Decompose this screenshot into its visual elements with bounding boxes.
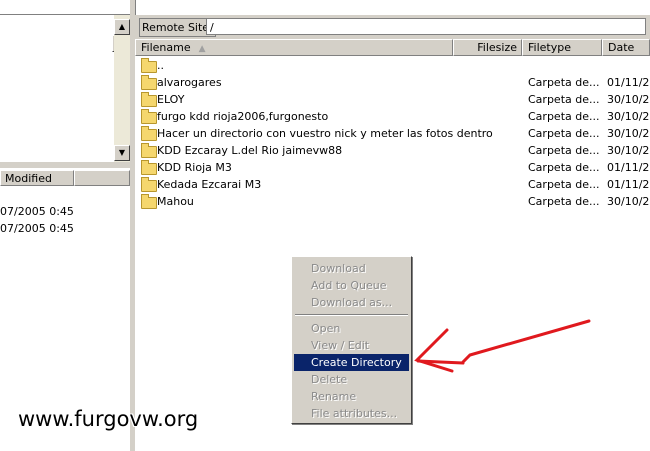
context-menu: Download Add to Queue Download as... Open Vi…: [291, 256, 412, 424]
menu-item-create-directory[interactable]: Create Directory: [294, 354, 409, 371]
file-name: furgo kdd rioja2006,furgonesto: [157, 110, 329, 123]
file-date: 01/11/20: [607, 76, 650, 89]
folder-icon: [141, 92, 157, 107]
file-type: Carpeta de...: [528, 110, 600, 123]
file-row[interactable]: KDD Rioja M3 Carpeta de... 01/11/20: [135, 159, 650, 176]
file-row[interactable]: KDD Ezcaray L.del Rio jaimevw88 Carpeta d…: [135, 142, 650, 159]
file-type: Carpeta de...: [528, 195, 600, 208]
local-directory-tree[interactable]: ▼ ▲ ▼: [0, 14, 130, 164]
file-row[interactable]: alvarogares Carpeta de... 01/11/20: [135, 74, 650, 91]
menu-separator: [295, 314, 408, 316]
menu-item-file-attributes[interactable]: File attributes...: [294, 405, 409, 422]
column-header-modified[interactable]: Modified: [0, 170, 74, 186]
file-name: KDD Rioja M3: [157, 161, 232, 174]
column-header-filetype[interactable]: Filetype: [522, 39, 602, 56]
menu-item-delete[interactable]: Delete: [294, 371, 409, 388]
folder-icon: [141, 177, 157, 192]
file-name: Kedada Ezcarai M3: [157, 178, 262, 191]
column-header-filesize[interactable]: Filesize: [453, 39, 522, 56]
file-type: Carpeta de...: [528, 127, 600, 140]
file-name: Mahou: [157, 195, 194, 208]
folder-icon: [141, 109, 157, 124]
column-header-blank[interactable]: [74, 170, 130, 186]
file-row[interactable]: Mahou Carpeta de... 30/10/20: [135, 193, 650, 210]
file-date: 30/10/20: [607, 195, 650, 208]
file-row[interactable]: Hacer un directorio con vuestro nick y m…: [135, 125, 650, 142]
file-name: Hacer un directorio con vuestro nick y m…: [157, 127, 493, 140]
file-row[interactable]: Kedada Ezcarai M3 Carpeta de... 01/11/20: [135, 176, 650, 193]
menu-item-download[interactable]: Download: [294, 260, 409, 277]
column-header-date[interactable]: Date: [602, 39, 650, 56]
local-tree-scrollbar[interactable]: ▲ ▼: [114, 15, 130, 163]
menu-item-add-to-queue[interactable]: Add to Queue: [294, 277, 409, 294]
file-list-header: Filename ▲ Filesize Filetype Date: [135, 39, 650, 56]
file-type: Carpeta de...: [528, 93, 600, 106]
file-row[interactable]: furgo kdd rioja2006,furgonesto Carpeta de…: [135, 108, 650, 125]
file-date: 30/10/20: [607, 110, 650, 123]
file-type: Carpeta de...: [528, 161, 600, 174]
menu-item-view-edit[interactable]: View / Edit: [294, 337, 409, 354]
file-date: 30/10/20: [607, 144, 650, 157]
sort-ascending-icon: ▲: [198, 44, 206, 54]
remote-site-label: Remote Site:: [139, 18, 216, 37]
menu-item-download-as[interactable]: Download as...: [294, 294, 409, 311]
folder-icon: [141, 160, 157, 175]
local-row-modified: 07/2005 0:45: [0, 205, 74, 218]
scroll-up-icon[interactable]: ▲: [114, 19, 130, 35]
file-name: ..: [157, 59, 164, 72]
remote-site-bar: Remote Site: /: [135, 15, 650, 39]
watermark-text: www.furgovw.org: [18, 407, 199, 431]
folder-icon: [141, 143, 157, 158]
local-row-modified: 07/2005 0:45: [0, 222, 74, 235]
file-row[interactable]: ELOY Carpeta de... 30/10/20: [135, 91, 650, 108]
file-date: 01/11/20: [607, 161, 650, 174]
folder-icon: [141, 194, 157, 209]
file-name: alvarogares: [157, 76, 222, 89]
file-type: Carpeta de...: [528, 76, 600, 89]
file-name: KDD Ezcaray L.del Rio jaimevw88: [157, 144, 343, 157]
file-date: 01/11/20: [607, 178, 650, 191]
menu-item-rename[interactable]: Rename: [294, 388, 409, 405]
folder-icon: [141, 75, 157, 90]
file-date: 30/10/20: [607, 93, 650, 106]
file-date: 30/10/20: [607, 127, 650, 140]
menu-item-open[interactable]: Open: [294, 320, 409, 337]
column-header-filename[interactable]: Filename ▲: [135, 39, 453, 56]
file-type: Carpeta de...: [528, 178, 600, 191]
scroll-down-icon[interactable]: ▼: [114, 145, 130, 161]
file-row[interactable]: ..: [135, 57, 650, 74]
folder-icon: [141, 126, 157, 141]
column-header-filename-label: Filename: [141, 41, 191, 54]
file-name: ELOY: [157, 93, 185, 106]
remote-path-input[interactable]: /: [206, 18, 646, 35]
folder-icon: [141, 58, 157, 73]
file-type: Carpeta de...: [528, 144, 600, 157]
